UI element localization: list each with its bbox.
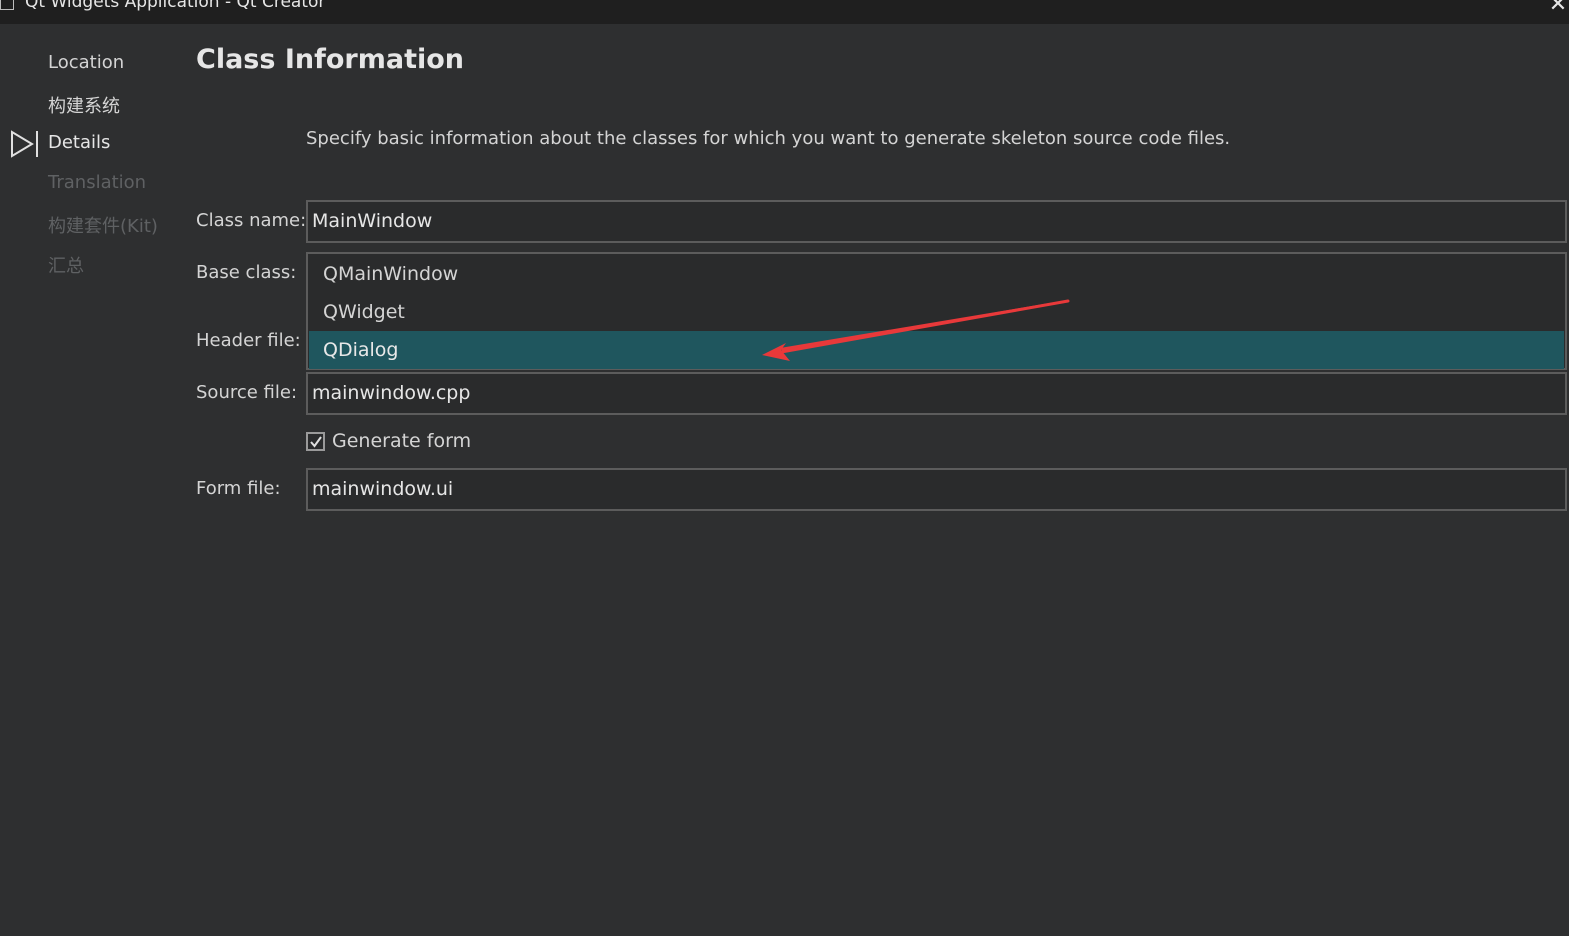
current-step-arrow-icon — [11, 130, 38, 158]
page-title: Class Information — [196, 44, 464, 75]
form-file-label: Form file: — [196, 478, 281, 499]
source-file-input[interactable]: mainwindow.cpp — [306, 372, 1567, 415]
title-bar: Qt Widgets Application - Qt Creator ✕ — [0, 0, 1569, 24]
class-name-input[interactable]: MainWindow — [306, 200, 1567, 243]
base-class-option-qmainwindow[interactable]: QMainWindow — [309, 255, 1564, 293]
source-file-label: Source file: — [196, 382, 298, 403]
sidebar-item-build-system[interactable]: 构建系统 — [48, 92, 120, 118]
close-button[interactable]: ✕ — [1547, 0, 1569, 16]
generate-form-checkbox[interactable] — [306, 432, 325, 451]
window-title: Qt Widgets Application - Qt Creator — [25, 0, 326, 12]
form-file-input[interactable]: mainwindow.ui — [306, 468, 1567, 511]
page-description: Specify basic information about the clas… — [306, 128, 1231, 149]
base-class-dropdown-list[interactable]: QMainWindow QWidget QDialog — [306, 252, 1567, 370]
base-class-option-qdialog[interactable]: QDialog — [309, 331, 1564, 369]
sidebar-item-translation: Translation — [48, 172, 147, 193]
sidebar-item-summary: 汇总 — [48, 256, 84, 277]
base-class-option-qwidget[interactable]: QWidget — [309, 293, 1564, 331]
generate-form-label[interactable]: Generate form — [332, 430, 471, 452]
class-name-label: Class name: — [196, 210, 307, 231]
header-file-label: Header file: — [196, 330, 301, 351]
app-icon — [0, 0, 14, 10]
base-class-label: Base class: — [196, 262, 297, 283]
sidebar-item-location[interactable]: Location — [48, 52, 124, 73]
sidebar-item-details[interactable]: Details — [48, 132, 110, 153]
sidebar-item-kits: 构建套件(Kit) — [48, 216, 158, 237]
checkmark-icon — [310, 436, 322, 448]
